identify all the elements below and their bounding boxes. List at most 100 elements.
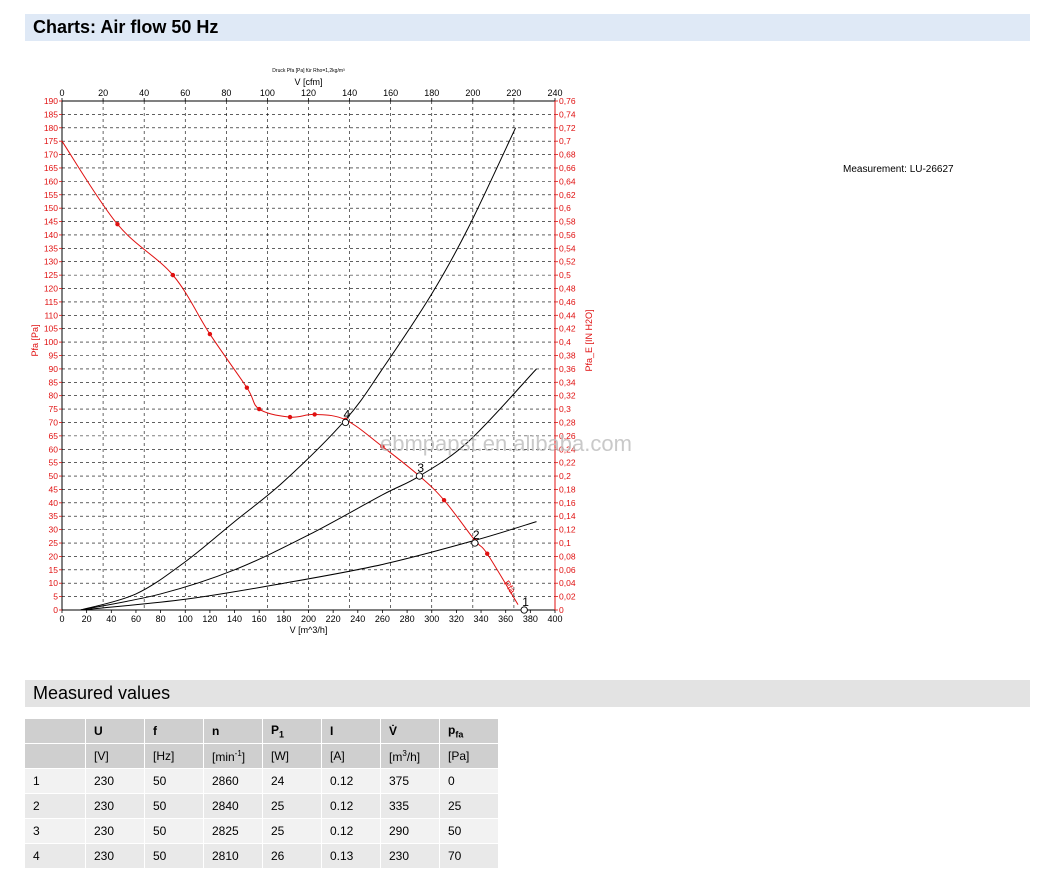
x2-tick-label: 80	[221, 88, 231, 98]
y-tick-label: 30	[49, 525, 59, 535]
table-row: 1 230 50 2860 24 0.12 375 0	[25, 768, 499, 794]
x-tick-label: 400	[547, 614, 562, 624]
table-cell: 25	[262, 818, 322, 844]
y-tick-label: 155	[44, 190, 58, 200]
table-cell: 2860	[203, 768, 263, 794]
measured-values-header: Measured values	[25, 680, 1030, 707]
y-tick-label: 0	[53, 605, 58, 615]
y2-tick-label: 0	[559, 605, 564, 615]
y2-tick-label: 0,62	[559, 190, 576, 200]
x-tick-label: 260	[375, 614, 390, 624]
y2-tick-label: 0,58	[559, 217, 576, 227]
y-tick-label: 130	[44, 257, 58, 267]
unit-cell-power: [W]	[262, 743, 322, 769]
y2-tick-label: 0,72	[559, 123, 576, 133]
y-tick-label: 145	[44, 217, 58, 227]
x-tick-label: 380	[523, 614, 538, 624]
table-row: 2 230 50 2840 25 0.12 335 25	[25, 793, 499, 819]
y2-tick-label: 0,4	[559, 337, 571, 347]
table-cell: 50	[144, 843, 204, 869]
x-tick-label: 220	[326, 614, 341, 624]
table-cell: 0.12	[321, 768, 381, 794]
fan-curve-point	[257, 406, 262, 412]
y-tick-label: 165	[44, 163, 58, 173]
x-tick-label: 360	[498, 614, 513, 624]
y2-tick-label: 0,38	[559, 351, 576, 361]
x2-tick-label: 20	[98, 88, 108, 98]
y2-tick-label: 0,52	[559, 257, 576, 267]
y-tick-label: 90	[49, 364, 59, 374]
x-tick-label: 40	[106, 614, 116, 624]
header-cell-current: I	[321, 719, 381, 744]
x-tick-label: 180	[276, 614, 291, 624]
y-tick-label: 180	[44, 123, 58, 133]
y2-tick-label: 0,1	[559, 538, 571, 548]
header-cell-frequency: f	[144, 719, 204, 744]
charts-section-title: Charts: Air flow 50 Hz	[33, 17, 219, 37]
y2-tick-label: 0,6	[559, 203, 571, 213]
measurement-label: Measurement: LU-26627	[843, 164, 954, 175]
y2-tick-label: 0,48	[559, 284, 576, 294]
fan-curve-point	[207, 331, 213, 337]
y2-tick-label: 0,32	[559, 391, 576, 401]
y-tick-label: 185	[44, 109, 58, 119]
table-row: 3 230 50 2825 25 0.12 290 50	[25, 818, 499, 844]
y2-tick-label: 0,12	[559, 525, 576, 535]
operating-point-label: 4	[343, 407, 350, 421]
table-cell: 2	[25, 793, 86, 819]
y-tick-label: 75	[49, 404, 59, 414]
table-row: 4 230 50 2810 26 0.13 230 70	[25, 843, 499, 869]
x-tick-label: 340	[474, 614, 489, 624]
y2-tick-label: 0,74	[559, 109, 576, 119]
fan-curve-point	[170, 272, 176, 278]
table-cell: 230	[85, 843, 145, 869]
table-cell: 50	[439, 818, 499, 844]
table-cell: 0	[439, 768, 499, 794]
x2-tick-label: 140	[342, 88, 357, 98]
y2-axis-label: Pfa_E [IN H2O]	[584, 309, 594, 371]
x2-tick-label: 120	[301, 88, 316, 98]
charts-section-header: Charts: Air flow 50 Hz	[25, 14, 1030, 41]
y-tick-label: 10	[49, 578, 59, 588]
unit-cell-voltage: [V]	[85, 743, 145, 769]
y2-tick-label: 0,76	[559, 96, 576, 106]
x2-tick-label: 160	[383, 88, 398, 98]
x2-tick-label: 0	[59, 88, 64, 98]
y-tick-label: 125	[44, 270, 58, 280]
y2-tick-label: 0,5	[559, 270, 571, 280]
y-tick-label: 45	[49, 484, 59, 494]
table-unit-row: [V] [Hz] [min-1] [W] [A] [m3/h] [Pa]	[25, 743, 499, 769]
table-header-row: U f n P1 I V̇ pfa	[25, 719, 499, 744]
table-cell: 375	[380, 768, 440, 794]
x2-tick-label: 60	[180, 88, 190, 98]
header-cell-airflow: V̇	[380, 719, 440, 744]
y-tick-label: 35	[49, 511, 59, 521]
fan-curve-point	[287, 414, 293, 420]
table-cell: 2825	[203, 818, 263, 844]
x-tick-label: 100	[178, 614, 193, 624]
y2-tick-label: 0,18	[559, 484, 576, 494]
y-tick-label: 70	[49, 417, 59, 427]
table-cell: 26	[262, 843, 322, 869]
y-tick-label: 60	[49, 444, 59, 454]
y-tick-label: 135	[44, 243, 58, 253]
table-cell: 70	[439, 843, 499, 869]
table-cell: 0.12	[321, 793, 381, 819]
y-tick-label: 85	[49, 377, 59, 387]
table-cell: 24	[262, 768, 322, 794]
fan-curve-point	[115, 222, 120, 227]
x-tick-label: 80	[156, 614, 166, 624]
unit-cell-frequency: [Hz]	[144, 743, 204, 769]
x2-tick-label: 180	[424, 88, 439, 98]
y-tick-label: 20	[49, 551, 59, 561]
fan-curve-point	[441, 497, 447, 503]
measured-values-table: U f n P1 I V̇ pfa [V] [Hz] [min-1] [W] […	[25, 719, 499, 869]
table-cell: 50	[144, 768, 204, 794]
x2-tick-label: 220	[506, 88, 521, 98]
y-tick-label: 175	[44, 136, 58, 146]
x2-tick-label: 200	[465, 88, 480, 98]
y-tick-label: 170	[44, 150, 58, 160]
table-cell: 2810	[203, 843, 263, 869]
header-cell-power: P1	[262, 719, 322, 744]
table-cell: 25	[262, 793, 322, 819]
